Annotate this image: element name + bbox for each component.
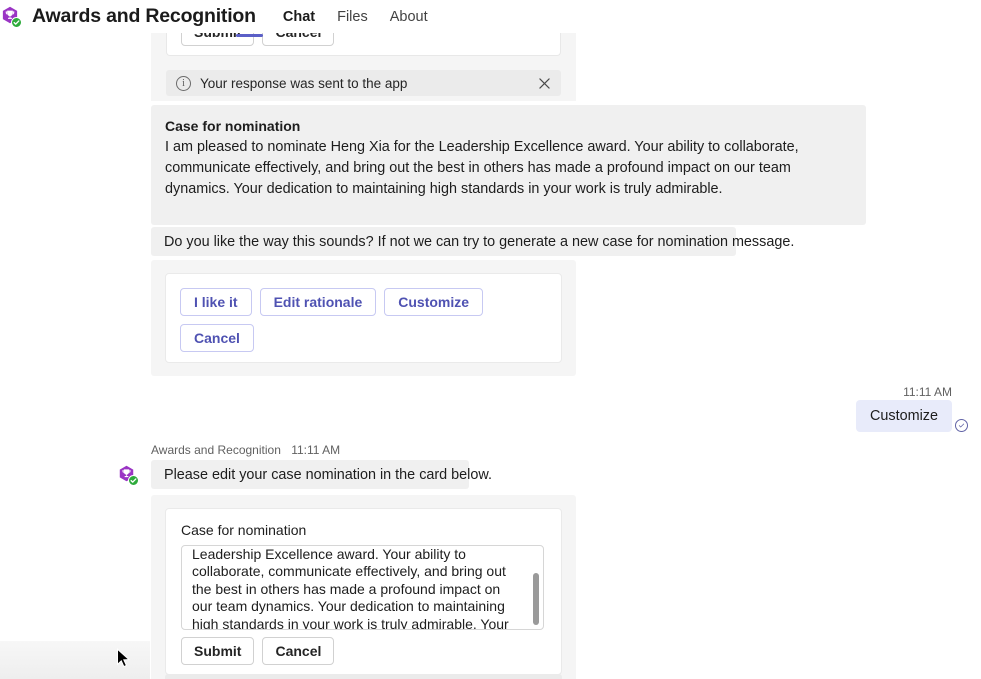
chat-scroll-area[interactable]: Submit Cancel i Your response was sent t… xyxy=(0,33,981,679)
nomination-result-card: Case for nomination I am pleased to nomi… xyxy=(151,105,866,225)
notification-text-top: Your response was sent to the app xyxy=(200,75,408,91)
case-nomination-textarea-value: I am pleased to nominate Heng Xia for th… xyxy=(192,545,509,630)
scroll-fade-overlay xyxy=(0,641,150,679)
cancel-button-edit[interactable]: Cancel xyxy=(262,637,335,665)
active-tab-indicator xyxy=(236,34,263,37)
notification-bar-edit: i Your response was sent to the app xyxy=(165,674,562,679)
user-message-text: Customize xyxy=(870,408,938,424)
textarea-scrollbar[interactable] xyxy=(533,573,539,625)
bot-prompt-bubble: Do you like the way this sounds? If not … xyxy=(151,227,794,256)
tab-files[interactable]: Files xyxy=(326,0,379,33)
edit-card-inner: Case for nomination I am pleased to nomi… xyxy=(165,508,562,675)
actions-row-primary: I like it Edit rationale Customize xyxy=(180,288,547,316)
i-like-it-button[interactable]: I like it xyxy=(180,288,252,316)
app-logo xyxy=(1,6,23,28)
sent-check-icon xyxy=(955,419,968,432)
avatar xyxy=(118,465,140,487)
page-title: Awards and Recognition xyxy=(32,5,256,27)
tab-bar: Chat Files About xyxy=(272,0,439,33)
customize-button[interactable]: Customize xyxy=(384,288,484,316)
actions-card-inner: I like it Edit rationale Customize Cance… xyxy=(165,273,562,363)
tab-chat[interactable]: Chat xyxy=(272,0,326,33)
available-check-icon xyxy=(128,475,139,486)
bot-prompt-text: Do you like the way this sounds? If not … xyxy=(164,233,795,250)
tab-about[interactable]: About xyxy=(379,0,439,33)
bot-message-bubble: Please edit your case nomination in the … xyxy=(151,460,492,489)
teams-app-window: Awards and Recognition Chat Files About … xyxy=(0,0,981,679)
adaptive-card-actions: I like it Edit rationale Customize Cance… xyxy=(151,260,576,376)
user-message-bubble[interactable]: Customize xyxy=(856,400,952,432)
bot-message-text: Please edit your case nomination in the … xyxy=(164,466,492,483)
actions-row-secondary: Cancel xyxy=(180,324,547,352)
info-circle-icon: i xyxy=(176,75,191,91)
case-nomination-textarea[interactable]: I am pleased to nominate Heng Xia for th… xyxy=(181,545,544,630)
bot-message-timestamp: 11:11 AM xyxy=(291,443,341,457)
edit-card-actions: Submit Cancel xyxy=(181,637,335,665)
nomination-card-title: Case for nomination xyxy=(165,118,301,134)
cancel-button-actions[interactable]: Cancel xyxy=(180,324,254,352)
app-header: Awards and Recognition Chat Files About xyxy=(0,0,981,33)
edit-rationale-button[interactable]: Edit rationale xyxy=(259,288,377,316)
adaptive-card-edit: Case for nomination I am pleased to nomi… xyxy=(151,495,576,679)
adaptive-card-top: Submit Cancel i Your response was sent t… xyxy=(151,33,576,101)
notification-bar-top: i Your response was sent to the app xyxy=(166,70,561,96)
submit-button-edit[interactable]: Submit xyxy=(181,637,255,665)
bot-message-meta: Awards and Recognition 11:11 AM xyxy=(151,443,340,457)
close-icon[interactable] xyxy=(535,74,553,92)
card-top-actions: Submit Cancel xyxy=(166,33,561,56)
edit-card-label: Case for nomination xyxy=(181,522,307,538)
bot-sender-name: Awards and Recognition xyxy=(151,443,281,457)
available-check-icon xyxy=(11,16,22,28)
cancel-button-top[interactable]: Cancel xyxy=(262,33,335,46)
user-message-timestamp: 11:11 AM xyxy=(903,385,952,399)
nomination-card-body: I am pleased to nominate Heng Xia for th… xyxy=(165,139,799,197)
